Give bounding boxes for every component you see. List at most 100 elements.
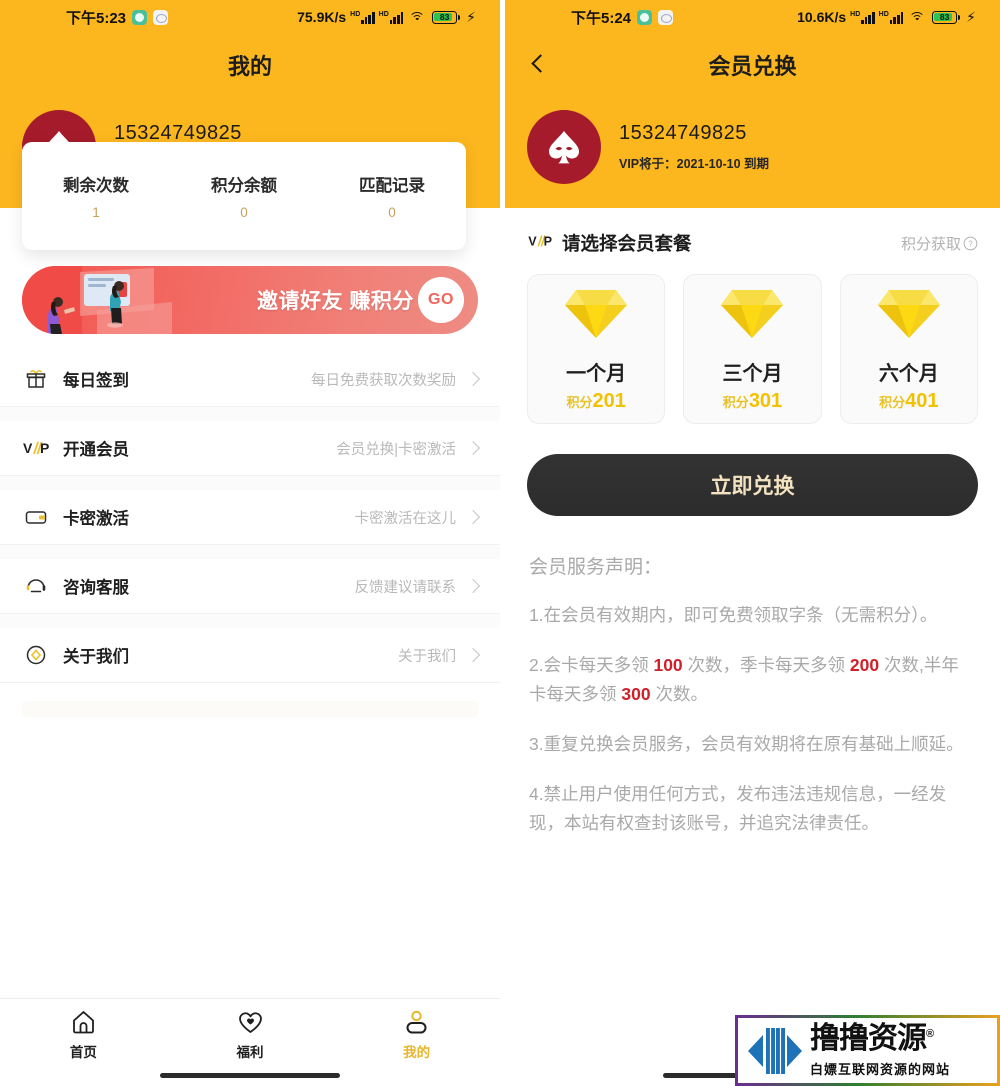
redeem-now-button[interactable]: 立即兑换 [527, 454, 978, 516]
hd-label: HD [850, 10, 861, 18]
terms-item: 3.重复兑换会员服务，会员有效期将在原有基础上顺延。 [529, 730, 976, 758]
card-icon [22, 503, 50, 531]
menu-item-label: 关于我们 [63, 648, 129, 666]
terms-item: 1.在会员有效期内，即可免费领取字条（无需积分）。 [529, 601, 976, 629]
menu-item-sub: 卡密激活在这儿 [354, 510, 457, 527]
service-terms: 会员服务声明： 1.在会员有效期内，即可免费领取字条（无需积分）。 2.会卡每天多… [505, 516, 1000, 837]
hd-label: HD [878, 10, 889, 18]
tab-welfare[interactable]: 福利 [167, 1009, 334, 1061]
phone-screen-profile: 下午5:23 75.9K/s HD HD 83 ⚡ 我的 15324749825… [0, 0, 500, 1086]
network-speed: 75.9K/s [297, 9, 347, 25]
stat-points-balance[interactable]: 积分余额 0 [170, 172, 318, 220]
menu-item-daily-signin[interactable]: 每日签到 每日免费获取次数奖励 [0, 352, 500, 407]
chevron-right-icon [465, 578, 481, 594]
tab-home[interactable]: 首页 [0, 1009, 167, 1061]
battery-level: 83 [439, 12, 450, 22]
menu-item-label: 卡密激活 [63, 510, 129, 528]
hd-label: HD [378, 10, 389, 18]
points-guide-label: 积分获取 [900, 235, 961, 253]
tab-label: 我的 [403, 1045, 431, 1060]
status-bar-left: 下午5:24 [519, 7, 674, 28]
navbar: 我的 [0, 34, 500, 96]
watermark-title: 撸撸资源® [810, 1021, 950, 1055]
terms-text: 次数，季卡每天多领 [682, 655, 850, 676]
user-info: 15324749825 VIP将于：2021-10-10 到期 [619, 122, 769, 172]
stat-match-records[interactable]: 匹配记录 0 [318, 172, 466, 220]
menu-item-label: 开通会员 [63, 441, 129, 459]
stat-remaining-count[interactable]: 剩余次数 1 [22, 172, 170, 220]
status-time: 下午5:23 [66, 9, 127, 27]
plan-cost: 积分401 [879, 390, 938, 413]
vip-icon: V P [22, 434, 50, 462]
back-button[interactable] [527, 54, 549, 76]
diamond-icon [563, 286, 629, 347]
terms-highlight: 200 [849, 655, 880, 676]
menu-item-card-activation[interactable]: 卡密激活 卡密激活在这儿 [0, 490, 500, 545]
list-footer-band [22, 701, 478, 717]
status-bar: 下午5:23 75.9K/s HD HD 83 ⚡ [0, 0, 500, 34]
network-speed: 10.6K/s [797, 9, 847, 25]
menu-item-customer-service[interactable]: 咨询客服 反馈建议请联系 [0, 559, 500, 614]
chevron-right-icon [465, 371, 481, 387]
signal-icon: HD [879, 11, 904, 24]
watermark-subtitle: 白嫖互联网资源的网站 [810, 1061, 951, 1077]
stats-card: 剩余次数 1 积分余额 0 匹配记录 0 [22, 142, 466, 250]
plan-cost: 积分301 [723, 390, 782, 413]
menu-item-label: 每日签到 [63, 372, 129, 390]
chevron-right-icon [465, 509, 481, 525]
menu-divider [0, 545, 500, 559]
stat-label: 剩余次数 [63, 177, 129, 195]
watermark-text: 撸撸资源® 白嫖互联网资源的网站 [810, 1021, 951, 1078]
terms-highlight: 100 [653, 655, 683, 676]
watermark-title-text: 撸撸资源 [810, 1021, 927, 1055]
plan-cost: 积分201 [566, 390, 625, 413]
diamond-logo-icon [748, 1027, 802, 1074]
banner-illustration [22, 266, 172, 334]
stat-value: 0 [388, 205, 396, 220]
banner-go-button[interactable]: GO [418, 277, 464, 323]
charging-bolt-icon: ⚡ [466, 8, 476, 25]
invite-friends-banner[interactable]: 邀请好友 赚积分 GO [22, 266, 478, 334]
app-green-icon [132, 9, 148, 25]
section-title: 请选择会员套餐 [562, 233, 692, 254]
site-watermark: 撸撸资源® 白嫖互联网资源的网站 [735, 1015, 1000, 1086]
stat-value: 1 [92, 205, 100, 220]
menu-item-open-vip[interactable]: V P 开通会员 会员兑换|卡密激活 [0, 421, 500, 476]
chevron-right-icon [465, 647, 481, 663]
svg-text:P: P [40, 440, 49, 456]
menu-item-sub: 每日免费获取次数奖励 [311, 372, 456, 389]
svg-text:V: V [528, 234, 537, 248]
phone-screen-vip-exchange: 下午5:24 10.6K/s HD HD 83 ⚡ 会员兑换 153247498… [505, 0, 1000, 1086]
menu-divider [0, 476, 500, 490]
page-title: 会员兑换 [708, 54, 797, 79]
charging-bolt-icon: ⚡ [966, 8, 976, 25]
menu-item-sub: 反馈建议请联系 [354, 579, 457, 596]
terms-text: 3.重复兑换会员服务，会员有效期将在原有基础上顺延。 [529, 734, 964, 755]
tab-mine[interactable]: 我的 [333, 1009, 500, 1061]
plan-card-three-months[interactable]: 三个月 积分301 [683, 274, 822, 424]
status-bar: 下午5:24 10.6K/s HD HD 83 ⚡ [505, 0, 1000, 34]
avatar[interactable] [527, 110, 601, 184]
terms-text: 4.禁止用户使用任何方式，发布违法违规信息，一经发现，本站有权查封该账号，并追究… [529, 784, 947, 833]
plan-card-six-months[interactable]: 六个月 积分401 [839, 274, 978, 424]
menu-item-about-us[interactable]: 关于我们 关于我们 [0, 628, 500, 683]
page-title: 我的 [227, 54, 272, 79]
points-guide-link[interactable]: 积分获取 ? [901, 233, 978, 254]
vip-icon: V P [527, 232, 553, 255]
plan-section-header: V P 请选择会员套餐 积分获取 ? [505, 208, 1000, 260]
user-phone: 15324749825 [619, 122, 747, 144]
navbar: 会员兑换 [505, 34, 1000, 96]
heart-icon [238, 1012, 262, 1033]
home-icon [72, 1011, 94, 1034]
signal-icon: HD [350, 11, 375, 24]
terms-text: 2.会卡每天多领 [529, 655, 654, 676]
app-white-icon [153, 9, 169, 25]
user-profile-block[interactable]: 15324749825 VIP将于：2021-10-10 到期 [505, 96, 1000, 208]
plan-name: 六个月 [878, 362, 939, 385]
stat-value: 0 [240, 205, 248, 220]
app-white-icon [658, 9, 674, 25]
person-icon [406, 1010, 427, 1034]
plan-card-one-month[interactable]: 一个月 积分201 [527, 274, 666, 424]
plan-cost-label: 积分 [566, 394, 593, 410]
diamond-icon [719, 286, 785, 347]
